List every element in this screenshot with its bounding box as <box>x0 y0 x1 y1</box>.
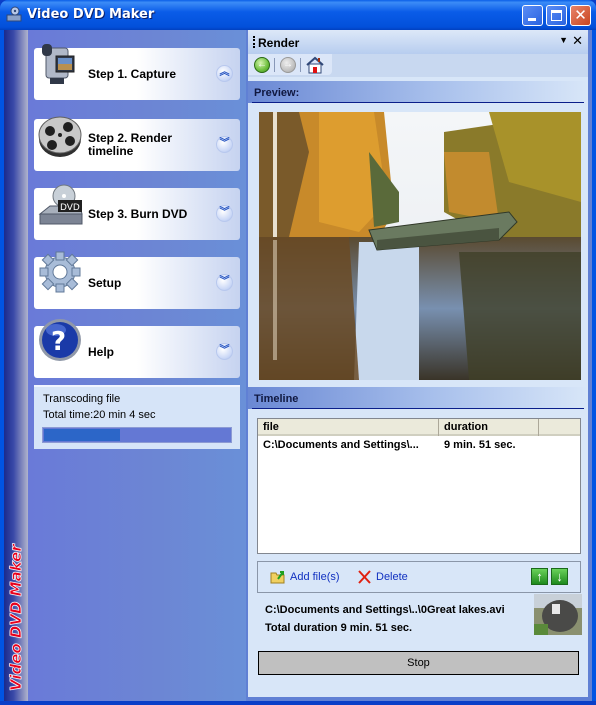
app-window: Video DVD Maker ✕ Video DVD Maker Step 1… <box>0 0 596 705</box>
forward-icon[interactable]: → <box>280 57 296 73</box>
step-burn-dvd[interactable]: DVD Step 3. Burn DVD ︾ <box>34 184 240 240</box>
current-file-path: C:\Documents and Settings\..\0Great lake… <box>265 604 505 616</box>
step-label: Setup <box>88 276 122 290</box>
delete-icon <box>358 570 371 584</box>
collapse-icon[interactable]: ︽ <box>216 65 233 82</box>
title-bar[interactable]: Video DVD Maker ✕ <box>0 0 596 30</box>
file-thumbnail <box>534 594 582 635</box>
column-header-duration[interactable]: duration <box>439 419 539 436</box>
toolbar-separator <box>300 58 301 72</box>
camcorder-icon <box>42 44 75 84</box>
maximize-button[interactable] <box>546 5 567 26</box>
column-header-file[interactable]: file <box>258 419 439 436</box>
render-panel: Render ▼ ✕ ← → Preview: Timeline file du… <box>248 30 588 697</box>
brand-strip: Video DVD Maker <box>4 30 28 701</box>
expand-icon[interactable]: ︾ <box>216 205 233 222</box>
progress-fill <box>44 429 120 441</box>
list-header: file duration <box>258 419 580 436</box>
window-title: Video DVD Maker <box>27 7 155 22</box>
column-header-extra[interactable] <box>539 419 580 436</box>
progress-bar <box>42 427 232 443</box>
steps-pane: Step 1. Capture ︽ Step 2. Render timelin… <box>28 30 246 701</box>
close-icon: ✕ <box>574 6 587 24</box>
panel-toolbar: ← → <box>248 54 588 77</box>
divider <box>252 102 584 103</box>
divider <box>252 408 584 409</box>
preview-header: Preview: <box>248 81 588 103</box>
grip-icon[interactable] <box>253 36 255 48</box>
home-icon[interactable] <box>306 56 324 74</box>
svg-text:?: ? <box>51 327 66 357</box>
brand-text: Video DVD Maker <box>7 544 26 691</box>
expand-icon[interactable]: ︾ <box>216 274 233 291</box>
preview-label: Preview: <box>254 87 300 99</box>
expand-icon[interactable]: ︾ <box>216 343 233 360</box>
step-label: Help <box>88 345 115 359</box>
add-files-label: Add file(s) <box>290 570 340 583</box>
step-render-timeline[interactable]: Step 2. Render timeline ︾ <box>34 116 240 171</box>
total-time-text: Total time:20 min 4 sec <box>43 409 156 421</box>
step-help[interactable]: ? Help ︾ <box>34 319 240 378</box>
client-area: Video DVD Maker Step 1. Capture ︽ Step 2… <box>4 30 592 701</box>
gear-icon <box>39 251 81 293</box>
minimize-icon <box>528 18 536 21</box>
stop-button[interactable]: Stop <box>258 651 579 675</box>
status-text: Transcoding file <box>43 393 121 405</box>
expand-icon[interactable]: ︾ <box>216 136 233 153</box>
step-label: Step 3. Burn DVD <box>88 207 188 221</box>
timeline-list[interactable]: file duration C:\Documents and Settings\… <box>257 418 581 554</box>
svg-text:DVD: DVD <box>60 203 80 213</box>
move-up-icon[interactable]: ↑ <box>531 568 548 585</box>
panel-title: Render <box>258 36 300 50</box>
total-duration: Total duration 9 min. 51 sec. <box>265 622 413 634</box>
cell-file: C:\Documents and Settings\... <box>263 439 419 451</box>
film-reel-icon <box>38 116 82 157</box>
cell-duration: 9 min. 51 sec. <box>444 439 516 451</box>
help-icon: ? <box>39 319 81 361</box>
timeline-label: Timeline <box>254 393 299 405</box>
delete-button[interactable]: Delete <box>357 570 408 584</box>
panel-close-icon[interactable]: ✕ <box>572 33 583 49</box>
table-row[interactable]: C:\Documents and Settings\... 9 min. 51 … <box>258 438 580 454</box>
toolbar-strip: ← → <box>248 54 332 75</box>
step-capture[interactable]: Step 1. Capture ︽ <box>34 44 240 100</box>
window-border <box>0 701 596 705</box>
app-icon <box>6 6 22 22</box>
panel-menu-icon[interactable]: ▼ <box>559 35 568 45</box>
minimize-button[interactable] <box>522 5 543 26</box>
panel-header: Render ▼ ✕ <box>248 30 588 54</box>
folder-add-icon <box>270 571 285 584</box>
toolbar-separator <box>274 58 275 72</box>
timeline-header: Timeline <box>248 387 588 409</box>
timeline-actions: Add file(s) Delete ↑ ↓ <box>257 561 581 593</box>
move-down-icon[interactable]: ↓ <box>551 568 568 585</box>
step-label: Step 2. Render timeline <box>88 131 173 158</box>
dvd-drive-icon: DVD <box>38 184 83 225</box>
step-label: Step 1. Capture <box>88 67 177 81</box>
delete-label: Delete <box>376 570 408 583</box>
add-files-button[interactable]: Add file(s) <box>270 570 340 584</box>
back-icon[interactable]: ← <box>254 57 270 73</box>
close-button[interactable]: ✕ <box>570 5 591 26</box>
maximize-icon <box>551 10 562 21</box>
video-preview <box>259 112 581 380</box>
status-box: Transcoding file Total time:20 min 4 sec <box>34 385 240 449</box>
step-setup[interactable]: Setup ︾ <box>34 251 240 309</box>
